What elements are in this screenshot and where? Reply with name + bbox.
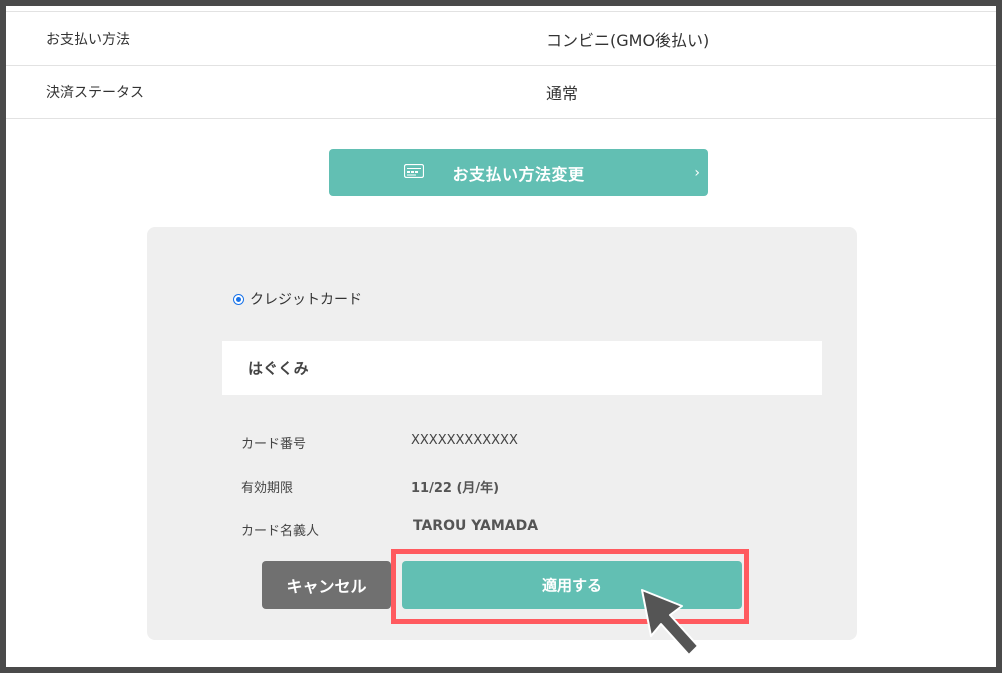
expiry-value: 11/22 (月/年)	[411, 481, 500, 496]
page-frame: お支払い方法 コンビニ(GMO後払い) 決済ステータス 通常 お支払い方法変更 …	[6, 6, 996, 667]
credit-card-panel: クレジットカード はぐくみ カード番号 XXXXXXXXXXXX 有効期限 11…	[147, 227, 857, 640]
cancel-button[interactable]: キャンセル	[262, 561, 391, 609]
card-number-value: XXXXXXXXXXXX	[411, 433, 518, 448]
payment-status-label: 決済ステータス	[46, 85, 144, 101]
payment-method-label: お支払い方法	[46, 31, 130, 48]
cancel-button-label: キャンセル	[286, 577, 367, 596]
credit-card-option[interactable]: クレジットカード	[233, 289, 362, 309]
payment-status-row: 決済ステータス 通常	[6, 66, 996, 119]
chevron-right-icon: ›	[694, 164, 700, 181]
apply-button[interactable]: 適用する	[402, 561, 742, 609]
cardholder-value: TAROU YAMADA	[413, 518, 539, 534]
payment-method-row: お支払い方法 コンビニ(GMO後払い)	[6, 12, 996, 66]
credit-card-radio-label: クレジットカード	[250, 292, 362, 308]
payment-status-value: 通常	[546, 84, 579, 103]
card-nickname-box: はぐくみ	[222, 341, 822, 395]
apply-button-label: 適用する	[541, 576, 602, 595]
cardholder-label: カード名義人	[241, 524, 320, 539]
expiry-label: 有効期限	[241, 481, 294, 496]
card-nickname: はぐくみ	[248, 359, 309, 378]
card-number-label: カード番号	[241, 437, 307, 452]
change-payment-method-button[interactable]: お支払い方法変更 ›	[329, 149, 708, 196]
credit-card-radio[interactable]	[233, 293, 244, 305]
change-payment-method-label: お支払い方法変更	[452, 164, 585, 184]
payment-method-value: コンビニ(GMO後払い)	[546, 30, 710, 50]
